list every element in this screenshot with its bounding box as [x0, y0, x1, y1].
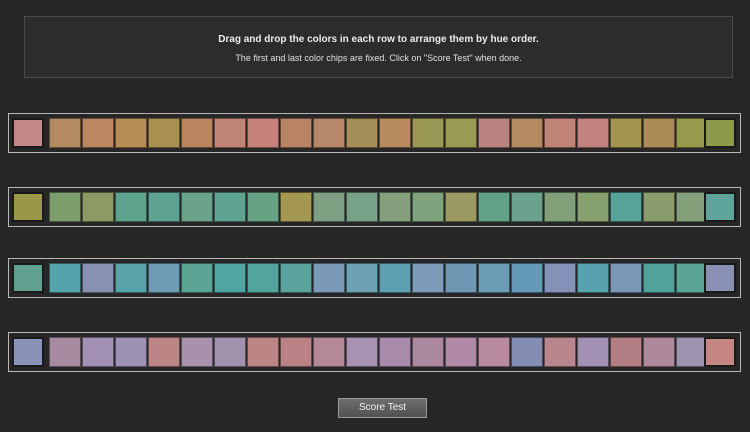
color-chip[interactable] [445, 263, 477, 293]
color-chip[interactable] [49, 337, 81, 367]
color-chip[interactable] [280, 192, 312, 222]
chip-row-2 [8, 187, 741, 227]
color-chip[interactable] [478, 337, 510, 367]
color-chip[interactable] [379, 263, 411, 293]
color-chip[interactable] [148, 118, 180, 148]
color-chip[interactable] [379, 337, 411, 367]
color-chip[interactable] [544, 118, 576, 148]
color-chip[interactable] [115, 263, 147, 293]
color-chip[interactable] [610, 118, 642, 148]
color-chip[interactable] [115, 118, 147, 148]
color-chip[interactable] [115, 337, 147, 367]
color-chip[interactable] [214, 337, 246, 367]
color-chip[interactable] [49, 263, 81, 293]
color-chip[interactable] [247, 337, 279, 367]
color-chip[interactable] [214, 263, 246, 293]
fixed-color-chip [704, 337, 736, 367]
color-chip[interactable] [445, 192, 477, 222]
color-chip[interactable] [313, 118, 345, 148]
color-chip[interactable] [82, 118, 114, 148]
chip-row-1 [8, 113, 741, 153]
color-chip[interactable] [313, 337, 345, 367]
color-chip[interactable] [346, 263, 378, 293]
fixed-color-chip [12, 263, 44, 293]
color-chip[interactable] [643, 192, 675, 222]
color-chip[interactable] [478, 192, 510, 222]
color-chip[interactable] [280, 118, 312, 148]
color-chip[interactable] [49, 192, 81, 222]
color-chip[interactable] [346, 118, 378, 148]
color-chip[interactable] [643, 118, 675, 148]
color-chip[interactable] [544, 263, 576, 293]
fixed-color-chip [12, 192, 44, 222]
fixed-color-chip [704, 192, 736, 222]
chip-row-4 [8, 332, 741, 372]
color-chip[interactable] [82, 263, 114, 293]
color-chip[interactable] [511, 263, 543, 293]
color-chip[interactable] [379, 192, 411, 222]
color-chip[interactable] [82, 337, 114, 367]
color-chip[interactable] [445, 118, 477, 148]
color-chip[interactable] [412, 263, 444, 293]
color-chip[interactable] [478, 118, 510, 148]
color-chip[interactable] [511, 337, 543, 367]
color-chip[interactable] [346, 337, 378, 367]
color-chip[interactable] [181, 263, 213, 293]
color-chip[interactable] [82, 192, 114, 222]
color-chip[interactable] [577, 337, 609, 367]
color-chip[interactable] [643, 263, 675, 293]
chip-row-3 [8, 258, 741, 298]
color-chip[interactable] [577, 192, 609, 222]
color-chip[interactable] [181, 118, 213, 148]
color-chip[interactable] [346, 192, 378, 222]
color-chip[interactable] [313, 192, 345, 222]
color-chip[interactable] [577, 263, 609, 293]
color-chip[interactable] [610, 263, 642, 293]
color-chip[interactable] [511, 192, 543, 222]
color-chip[interactable] [280, 337, 312, 367]
color-chip[interactable] [181, 192, 213, 222]
instructions-subtext: The first and last color chips are fixed… [235, 53, 522, 63]
color-chip[interactable] [247, 192, 279, 222]
color-chip[interactable] [313, 263, 345, 293]
color-chip[interactable] [148, 263, 180, 293]
color-chip[interactable] [181, 337, 213, 367]
color-chip[interactable] [577, 118, 609, 148]
color-chip[interactable] [511, 118, 543, 148]
instructions-panel: Drag and drop the colors in each row to … [24, 16, 733, 78]
fixed-color-chip [12, 337, 44, 367]
color-chip[interactable] [643, 337, 675, 367]
color-chip[interactable] [610, 192, 642, 222]
color-chip[interactable] [148, 192, 180, 222]
fixed-color-chip [704, 118, 736, 148]
color-chip[interactable] [379, 118, 411, 148]
score-test-button[interactable]: Score Test [338, 398, 427, 418]
color-chip[interactable] [247, 263, 279, 293]
color-chip[interactable] [445, 337, 477, 367]
fixed-color-chip [704, 263, 736, 293]
color-chip[interactable] [412, 192, 444, 222]
color-chip[interactable] [412, 118, 444, 148]
color-chip[interactable] [49, 118, 81, 148]
color-hue-test-page: Drag and drop the colors in each row to … [0, 0, 750, 432]
instructions-heading: Drag and drop the colors in each row to … [218, 34, 539, 45]
color-chip[interactable] [478, 263, 510, 293]
color-chip[interactable] [544, 192, 576, 222]
color-chip[interactable] [280, 263, 312, 293]
color-chip[interactable] [544, 337, 576, 367]
fixed-color-chip [12, 118, 44, 148]
color-chip[interactable] [214, 118, 246, 148]
color-chip[interactable] [412, 337, 444, 367]
color-chip[interactable] [115, 192, 147, 222]
color-chip[interactable] [610, 337, 642, 367]
color-chip[interactable] [148, 337, 180, 367]
color-chip[interactable] [247, 118, 279, 148]
color-chip[interactable] [214, 192, 246, 222]
